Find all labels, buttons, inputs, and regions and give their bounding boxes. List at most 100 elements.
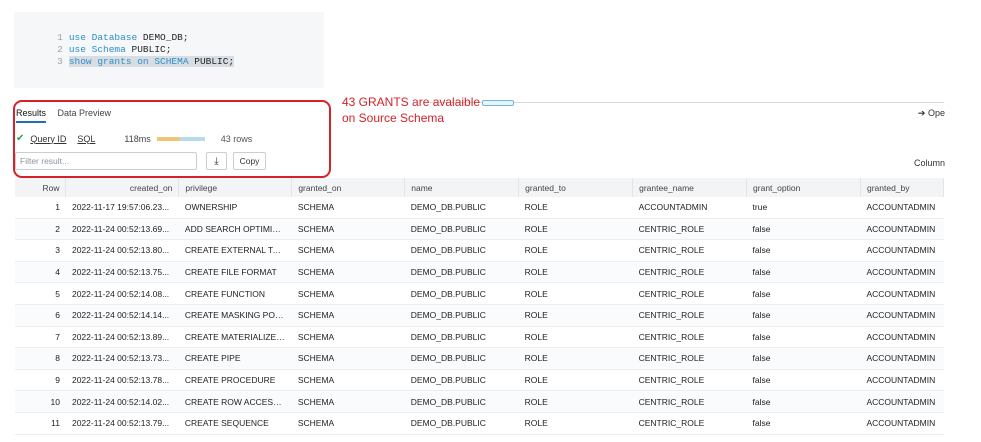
column-header[interactable]: grant_option xyxy=(746,178,861,197)
table-cell: ACCOUNTADMIN xyxy=(632,197,747,219)
column-header[interactable]: granted_to xyxy=(518,178,634,197)
table-cell: SCHEMA xyxy=(291,304,405,327)
table-row[interactable]: 3 2022-11-24 00:52:13.80... CREATE EXTERNA… xyxy=(15,239,944,262)
table-row[interactable]: 1 2022-11-17 19:57:06.23... OWNERSHIP SCHEM… xyxy=(15,197,944,219)
table-cell: 2022-11-24 00:52:13.79... xyxy=(65,412,179,435)
table-cell: false xyxy=(746,304,861,327)
table-cell: 4 xyxy=(15,261,66,284)
column-header[interactable]: granted_by xyxy=(860,178,945,197)
table-row[interactable]: 9 2022-11-24 00:52:13.78... CREATE PROCEDU… xyxy=(15,369,944,392)
table-cell: 2022-11-24 00:52:13.75... xyxy=(65,261,179,284)
table-cell: SCHEMA xyxy=(291,347,405,370)
table-cell: ROLE xyxy=(518,347,633,370)
table-cell: DEMO_DB.PUBLIC xyxy=(404,282,519,305)
table-cell: false xyxy=(746,282,861,305)
table-cell: SCHEMA xyxy=(291,412,405,435)
table-cell: false xyxy=(746,218,861,241)
columns-toggle[interactable]: Column xyxy=(914,158,945,168)
table-cell: ACCOUNTADMIN xyxy=(860,390,944,413)
table-cell: DEMO_DB.PUBLIC xyxy=(404,412,519,435)
table-cell: CREATE ROW ACCESS ... xyxy=(178,390,292,413)
code-line-selected[interactable]: 3 show grants on SCHEMA PUBLIC; xyxy=(14,44,324,67)
column-header[interactable]: created_on xyxy=(65,178,180,197)
table-cell: CREATE EXTERNAL TAB... xyxy=(178,239,292,262)
table-cell: SCHEMA xyxy=(291,282,405,305)
table-row[interactable]: 6 2022-11-24 00:52:14.14... CREATE MASKING… xyxy=(15,304,944,327)
table-row[interactable]: 11 2022-11-24 00:52:13.79... CREATE SEQUEN… xyxy=(15,412,944,435)
table-row[interactable]: 2 2022-11-24 00:52:13.69... ADD SEARCH OPT… xyxy=(15,218,944,241)
code-line[interactable]: 1 use Database DEMO_DB; xyxy=(14,20,324,43)
table-cell: ACCOUNTADMIN xyxy=(860,218,944,241)
column-header[interactable]: privilege xyxy=(178,178,293,197)
table-cell: SCHEMA xyxy=(291,197,405,219)
column-header[interactable]: name xyxy=(404,178,520,197)
table-cell: CENTRIC_ROLE xyxy=(632,347,747,370)
table-cell: 3 xyxy=(15,239,66,262)
sql-editor[interactable]: 1 use Database DEMO_DB; 2 use Schema PUBLI… xyxy=(14,12,324,88)
table-cell: false xyxy=(746,326,861,349)
table-cell: false xyxy=(746,347,861,370)
table-cell: ROLE xyxy=(518,369,633,392)
table-cell: DEMO_DB.PUBLIC xyxy=(404,326,519,349)
table-cell: SCHEMA xyxy=(291,261,405,284)
table-cell: ACCOUNTADMIN xyxy=(860,304,944,327)
table-cell: CREATE MASKING POLI... xyxy=(178,304,292,327)
table-row[interactable]: 8 2022-11-24 00:52:13.73... CREATE PIPE SCH… xyxy=(15,347,944,370)
table-cell: false xyxy=(746,239,861,262)
table-cell: ROLE xyxy=(518,304,633,327)
table-body: 1 2022-11-17 19:57:06.23... OWNERSHIP SCHEM… xyxy=(15,197,944,435)
code-line[interactable]: 2 use Schema PUBLIC; xyxy=(14,32,324,55)
table-cell: ACCOUNTADMIN xyxy=(860,239,944,262)
table-cell: DEMO_DB.PUBLIC xyxy=(404,261,519,284)
table-cell: ACCOUNTADMIN xyxy=(860,282,944,305)
table-cell: 9 xyxy=(15,369,66,392)
table-cell: ROLE xyxy=(518,390,633,413)
table-cell: false xyxy=(746,369,861,392)
table-cell: ROLE xyxy=(518,218,633,241)
table-cell: DEMO_DB.PUBLIC xyxy=(404,197,519,219)
table-cell: CREATE FUNCTION xyxy=(178,282,292,305)
table-row[interactable]: 4 2022-11-24 00:52:13.75... CREATE FILE FO… xyxy=(15,261,944,284)
column-header[interactable]: grantee_name xyxy=(632,178,748,197)
results-table: Row created_on privilege granted_on name gran… xyxy=(15,178,945,435)
column-header[interactable]: granted_on xyxy=(291,178,406,197)
column-header[interactable]: Row xyxy=(15,178,67,197)
table-cell: CENTRIC_ROLE xyxy=(632,390,747,413)
table-cell: ROLE xyxy=(518,282,633,305)
table-cell: 2022-11-24 00:52:13.73... xyxy=(65,347,179,370)
table-cell: false xyxy=(746,412,861,435)
table-cell: 2022-11-24 00:52:14.14... xyxy=(65,304,179,327)
table-cell: CENTRIC_ROLE xyxy=(632,412,747,435)
table-cell: DEMO_DB.PUBLIC xyxy=(404,304,519,327)
table-cell: SCHEMA xyxy=(291,239,405,262)
table-cell: SCHEMA xyxy=(291,326,405,349)
table-cell: DEMO_DB.PUBLIC xyxy=(404,369,519,392)
table-cell: CENTRIC_ROLE xyxy=(632,218,747,241)
table-cell: SCHEMA xyxy=(291,218,405,241)
arrow-left-icon: ➔ xyxy=(917,108,926,118)
table-row[interactable]: 5 2022-11-24 00:52:14.08... CREATE FUNCTIO… xyxy=(15,282,944,305)
table-cell: CENTRIC_ROLE xyxy=(632,261,747,284)
table-cell: DEMO_DB.PUBLIC xyxy=(404,239,519,262)
table-cell: true xyxy=(746,197,861,219)
table-cell: CREATE MATERIALIZED ... xyxy=(178,326,292,349)
table-cell: ACCOUNTADMIN xyxy=(860,197,944,219)
table-cell: ACCOUNTADMIN xyxy=(860,261,944,284)
table-cell: SCHEMA xyxy=(291,369,405,392)
table-cell: CREATE PIPE xyxy=(178,347,292,370)
resize-handle[interactable] xyxy=(482,100,514,106)
table-cell: DEMO_DB.PUBLIC xyxy=(404,390,519,413)
table-cell: CENTRIC_ROLE xyxy=(632,304,747,327)
table-cell: 1 xyxy=(15,197,66,219)
table-cell: ROLE xyxy=(518,197,633,219)
table-row[interactable]: 7 2022-11-24 00:52:13.89... CREATE MATERIA… xyxy=(15,326,944,349)
table-row[interactable]: 10 2022-11-24 00:52:14.02... CREATE ROW AC… xyxy=(15,390,944,413)
table-cell: false xyxy=(746,390,861,413)
table-cell: ADD SEARCH OPTIMIZA... xyxy=(178,218,292,241)
annotation-highlight-box xyxy=(13,100,331,178)
table-cell: ROLE xyxy=(518,261,633,284)
table-cell: 11 xyxy=(15,412,66,435)
table-cell: SCHEMA xyxy=(291,390,405,413)
open-history-link[interactable]: ➔ Ope xyxy=(918,108,945,119)
table-cell: ACCOUNTADMIN xyxy=(860,326,944,349)
